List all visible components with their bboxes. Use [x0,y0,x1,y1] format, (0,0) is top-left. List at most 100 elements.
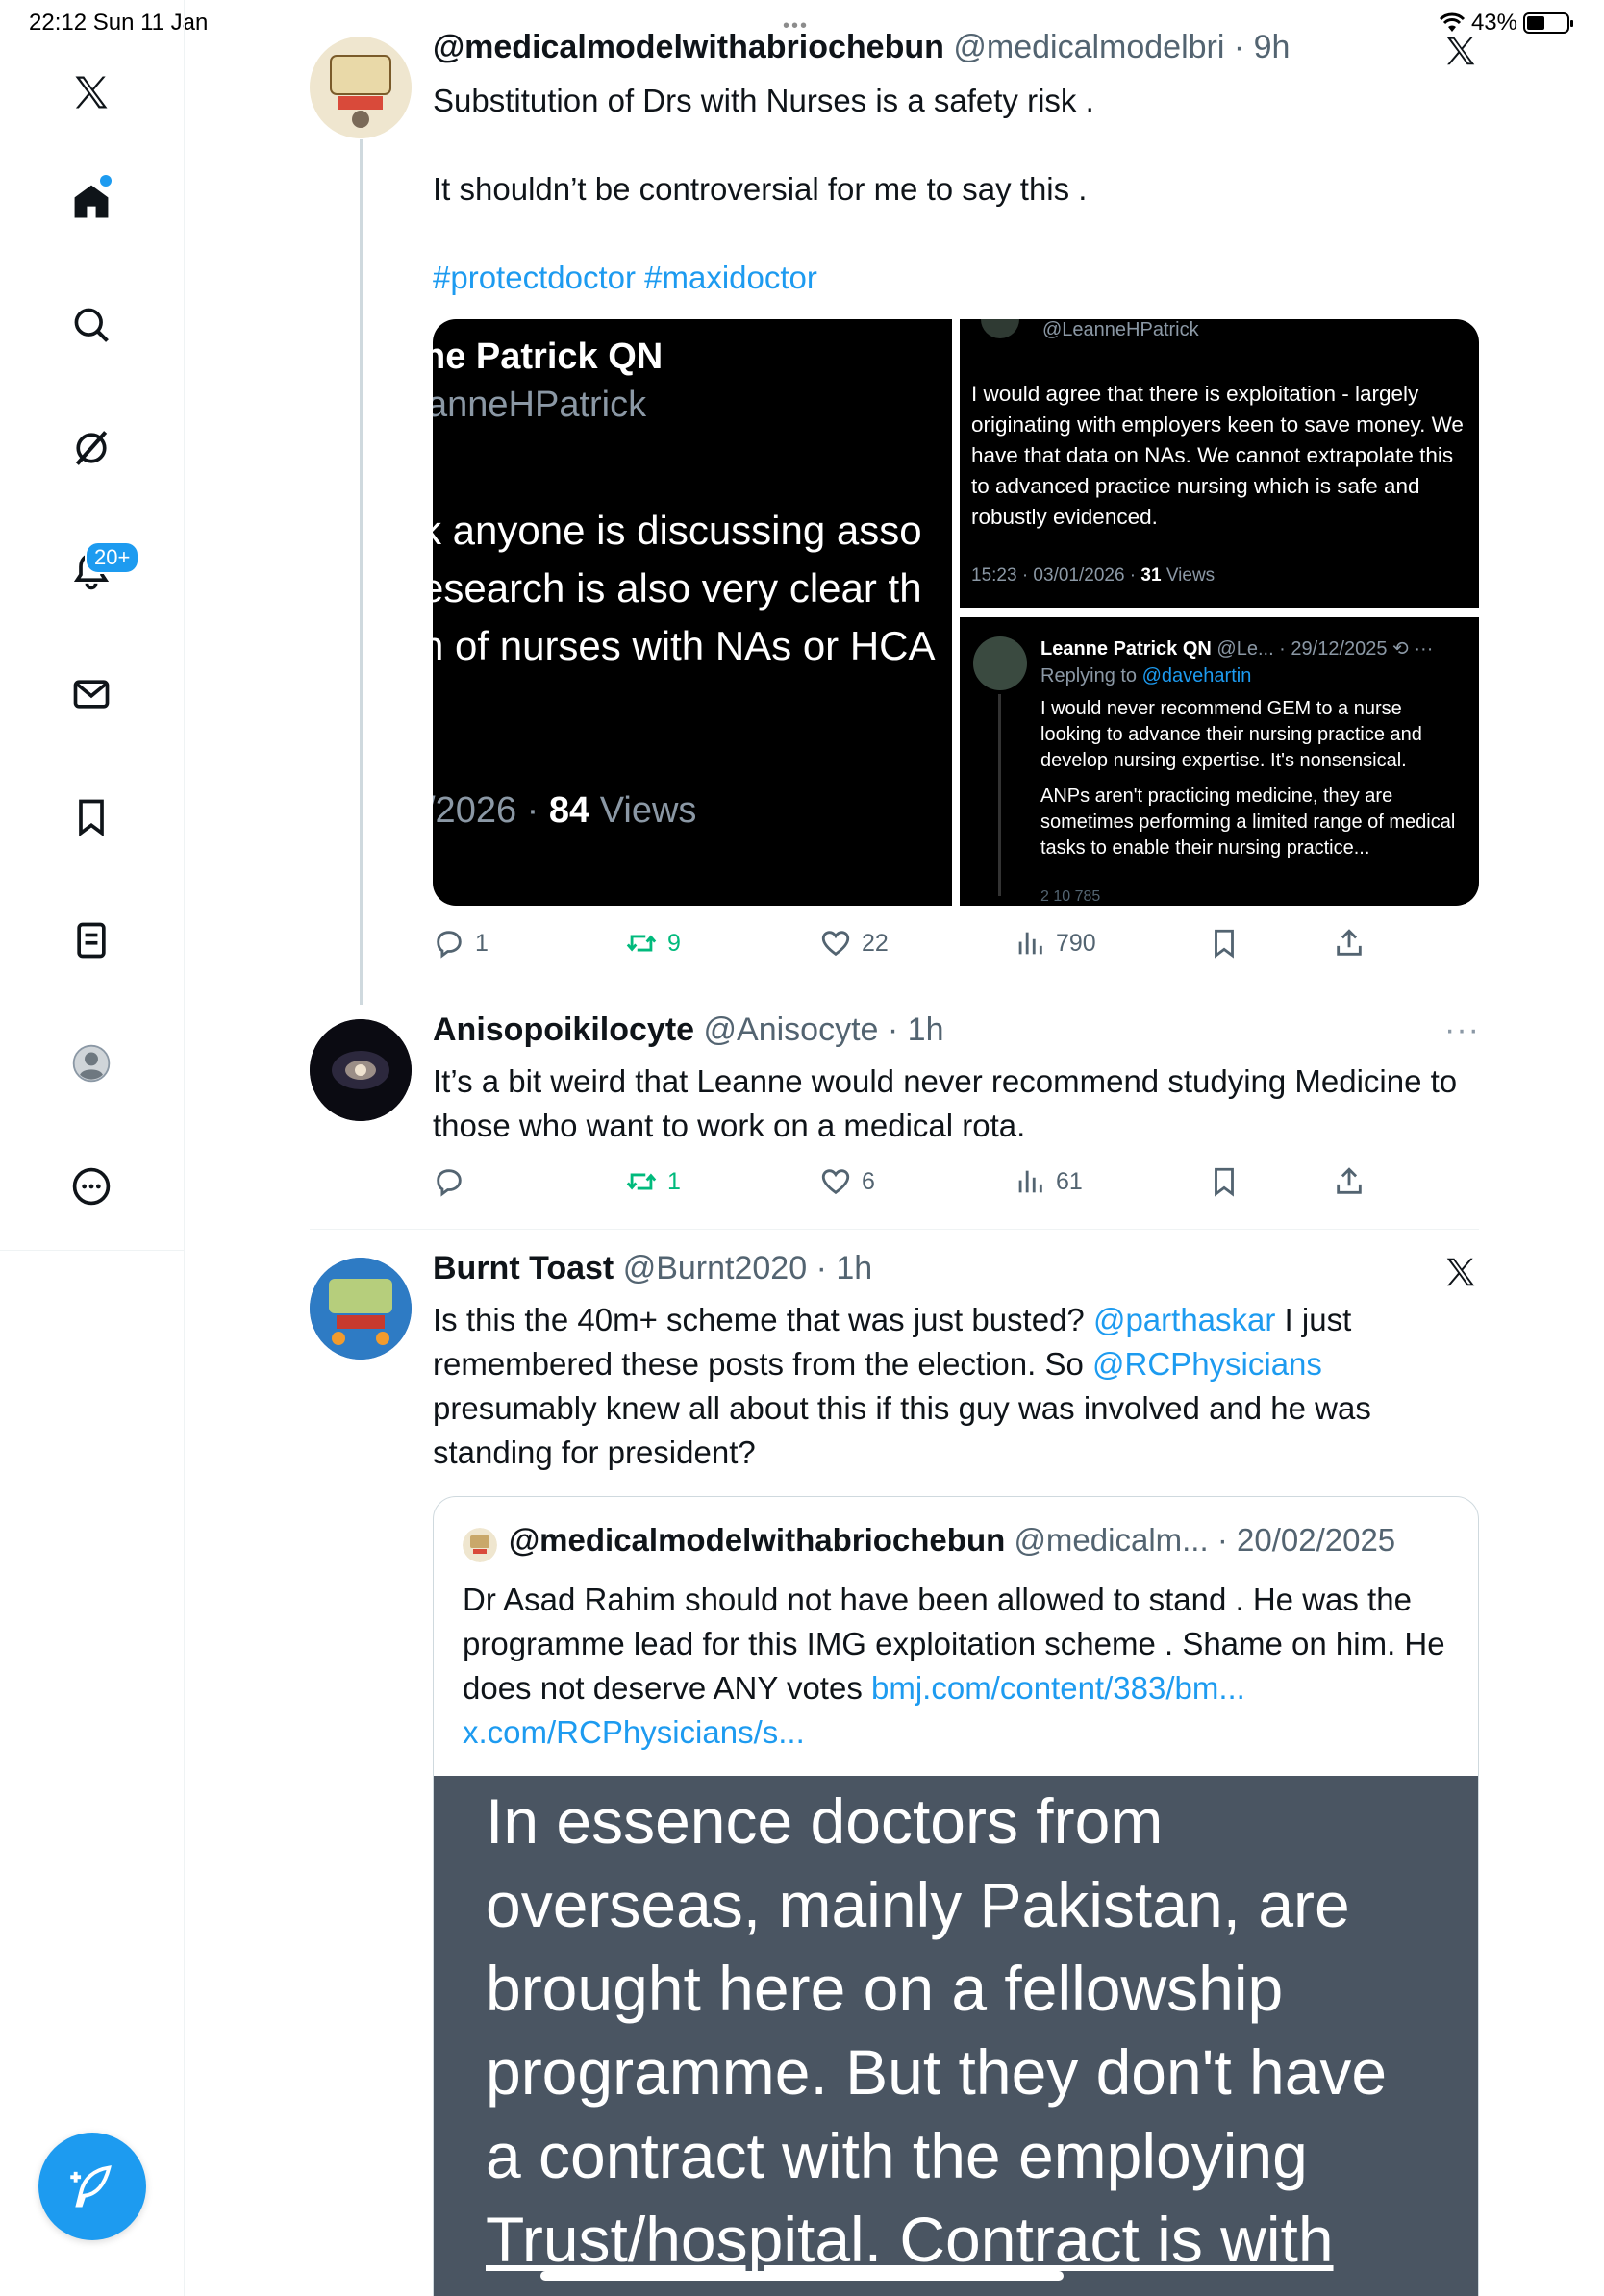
media-tr-time: 15:23 · 03/01/2026 · [971,565,1141,586]
media-screenshot-top-right[interactable]: @LeanneHPatrick I would agree that there… [960,319,1479,608]
home-icon[interactable] [63,173,120,231]
bookmark-icon [1215,929,1234,959]
media-screenshot-bottom-right[interactable]: Leanne Patrick QN @Le... · 29/12/2025 ⟲ … [960,617,1479,906]
x-logo-icon[interactable] [63,63,120,121]
tweet1-action-bar: 1 9 22 790 [433,927,1375,965]
repost-button[interactable]: 1 [625,1165,681,1198]
reply-icon [437,1169,462,1197]
quote-link[interactable]: x.com/RCPhysicians/s... [463,1714,805,1750]
sidebar: 20+ [0,0,185,2296]
tweet3-header: Burnt Toast @Burnt2020 · 1h [433,1250,873,1286]
repost-count: 9 [667,929,681,957]
media-left-handle: anneHPatrick [433,385,647,425]
tweet2-more-icon[interactable]: ··· [1444,1011,1480,1049]
tweet3-author-name[interactable]: Burnt Toast [433,1250,614,1286]
quote-text: Dr Asad Rahim should not have been allow… [463,1578,1463,1755]
avatar-burnt-toast[interactable] [310,1258,412,1360]
avatar-medicalmodel[interactable] [310,37,412,138]
like-button[interactable]: 22 [819,927,889,960]
repost-icon [626,1173,657,1190]
media-br-header: Leanne Patrick QN @Le... · 29/12/2025 ⟲ … [1040,638,1434,660]
like-count: 22 [862,929,889,957]
media-br-paragraph: ANPs aren't practicing medicine, they ar… [1040,786,1456,859]
like-button[interactable]: 6 [819,1165,875,1198]
media-br-meta: @Le... · 29/12/2025 [1211,638,1388,660]
quote-header: @medicalmodelwithabriochebun @medicalm..… [509,1522,1396,1558]
bookmarks-icon[interactable] [63,788,120,846]
battery-icon [1523,12,1573,34]
home-unread-dot [100,175,112,187]
tweet1-author-handle[interactable]: @medicalmodelbri [953,29,1224,65]
tweet3-author-handle[interactable]: @Burnt2020 [623,1250,807,1286]
media-br-actions: 2 10 785 [1040,888,1101,905]
media-screenshot-left[interactable]: ne Patrick QN anneHPatrick k anyone is d… [433,319,952,906]
tweet1-text-line2: It shouldn’t be controversial for me to … [433,171,1088,207]
bookmark-icon [1215,1167,1234,1197]
media-br-name: Leanne Patrick QN [1040,638,1212,660]
share-button[interactable] [1333,1165,1366,1198]
repost-icon [626,935,657,952]
media-tr-body: I would agree that there is exploitation… [971,382,1464,529]
media-tr-footer: 15:23 · 03/01/2026 · 31 Views [971,565,1215,586]
lists-icon[interactable] [63,911,120,969]
repost-button[interactable]: 9 [625,927,681,960]
bookmark-button[interactable] [1208,927,1241,960]
media-br-reply-handle: @davehartin [1141,665,1252,686]
media-br-replying: Replying to @davehartin [1040,665,1251,687]
views-button[interactable]: 790 [1014,927,1096,960]
more-icon[interactable] [63,1158,120,1215]
quote-author-handle: @medicalm... [1014,1522,1209,1558]
media-left-date: /2026 · [433,790,549,831]
tweet3-timestamp[interactable]: 1h [836,1250,872,1286]
share-button[interactable] [1333,927,1366,960]
media-left-views: /2026 · 84 Views [433,790,696,832]
media-left-line: esearch is also very clear th [433,565,922,611]
media-left-body: k anyone is discussing asso esearch is a… [433,502,936,675]
quote-date: 20/02/2025 [1236,1522,1396,1558]
reply-button[interactable] [433,1165,475,1198]
messages-icon[interactable] [63,665,120,723]
tweet2-timestamp[interactable]: 1h [908,1011,944,1048]
tweet1-header: @medicalmodelwithabriochebun @medicalmod… [433,29,1291,65]
sidebar-divider [0,1250,185,1251]
quote-link[interactable]: bmj.com/content/383/bm... [871,1670,1245,1706]
like-count: 6 [862,1167,875,1195]
compose-button[interactable] [38,2133,146,2240]
quote-image[interactable]: In essence doctors from overseas, mainly… [434,1776,1478,2296]
tweet1-timestamp[interactable]: 9h [1254,29,1291,65]
compose-feather-icon [70,2165,112,2208]
tweet1-hashtags[interactable]: #protectdoctor #maxidoctor [433,256,1481,300]
tweet2-header: Anisopoikilocyte @Anisocyte · 1h [433,1011,944,1048]
media-tr-handle: @LeanneHPatrick [1042,319,1199,340]
home-indicator[interactable] [540,2271,1064,2281]
tweet2-author-handle[interactable]: @Anisocyte [704,1011,879,1048]
media-br-avatar [973,636,1027,690]
views-count: 61 [1056,1167,1083,1195]
media-left-views-count: 84 [548,790,590,831]
views-count: 790 [1056,929,1096,957]
quoted-tweet-card[interactable]: @medicalmodelwithabriochebun @medicalm..… [433,1496,1479,2296]
avatar-anisocyte[interactable] [310,1019,412,1121]
x-logo-icon [1442,1254,1479,1290]
media-br-reply-prefix: Replying to [1040,665,1142,686]
bookmark-button[interactable] [1208,1165,1241,1198]
profile-icon[interactable] [63,1035,120,1092]
mention-link[interactable]: @RCPhysicians [1092,1346,1322,1382]
reply-icon [437,931,462,959]
share-icon [1337,929,1362,956]
tweet2-action-bar: 1 6 61 [433,1165,1375,1204]
views-button[interactable]: 61 [1014,1165,1083,1198]
reply-button[interactable]: 1 [433,927,489,960]
search-icon[interactable] [63,296,120,354]
media-left-line: k anyone is discussing asso [433,508,922,553]
tweet1-media-grid[interactable]: ne Patrick QN anneHPatrick k anyone is d… [433,319,1479,906]
quote-author-name: @medicalmodelwithabriochebun [509,1522,1006,1558]
quote-image-line: overseas, mainly Pakistan, are [486,1869,1350,1940]
views-chart-icon [1018,1170,1042,1193]
grok-icon[interactable] [63,419,120,477]
media-left-line: n of nurses with NAs or HCA [433,623,936,668]
quote-image-line: a contract with the employing [486,2120,1308,2191]
tweet2-author-name[interactable]: Anisopoikilocyte [433,1011,694,1048]
tweet1-author-name[interactable]: @medicalmodelwithabriochebun [433,29,944,65]
mention-link[interactable]: @parthaskar [1093,1302,1275,1337]
